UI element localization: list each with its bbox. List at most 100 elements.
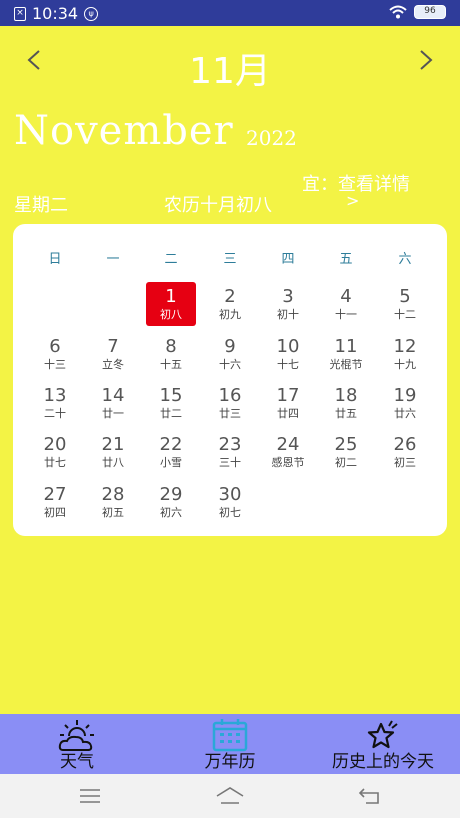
lunar-day-label: 十九: [394, 358, 416, 371]
lunar-day-label: 十二: [394, 308, 416, 321]
day-number: 15: [159, 385, 183, 406]
day-cell[interactable]: 3 初十: [263, 282, 313, 326]
lunar-day-label: 初十: [277, 308, 299, 321]
lunar-day-label: 廿三: [219, 407, 241, 420]
status-bar: × 10:34 ψ 96: [0, 0, 460, 26]
day-number: 17: [276, 385, 300, 406]
day-cell[interactable]: 10 十七: [263, 332, 313, 376]
day-cell[interactable]: 27 初四: [30, 480, 80, 524]
day-number: 18: [334, 385, 358, 406]
lunar-day-label: 十五: [160, 358, 182, 371]
day-number: 16: [218, 385, 242, 406]
day-number: 29: [159, 484, 183, 505]
lunar-day-label: 廿一: [102, 407, 124, 420]
day-number: 22: [159, 434, 183, 455]
day-cell[interactable]: 26 初三: [380, 430, 430, 474]
weekday-label: 星期二: [14, 195, 68, 216]
day-cell[interactable]: 22 小雪: [146, 430, 196, 474]
day-number: 5: [399, 286, 411, 307]
lunar-day-label: 初五: [102, 506, 124, 519]
day-cell[interactable]: 14 廿一: [88, 381, 138, 425]
lunar-day-label: 十六: [219, 358, 241, 371]
day-number: 25: [334, 434, 358, 455]
day-number: 23: [218, 434, 242, 455]
day-number: 12: [393, 336, 417, 357]
day-cell[interactable]: 28 初五: [88, 480, 138, 524]
lunar-day-label: 廿八: [102, 456, 124, 469]
tab-calendar-label: 万年历: [204, 752, 256, 772]
details-arrow-icon[interactable]: >: [346, 191, 359, 210]
day-cell[interactable]: 15 廿二: [146, 381, 196, 425]
day-number: 11: [334, 336, 358, 357]
day-number: 14: [101, 385, 125, 406]
day-cell[interactable]: 17 廿四: [263, 381, 313, 425]
day-cell[interactable]: 11 光棍节: [321, 332, 371, 376]
lunar-day-label: 初九: [219, 308, 241, 321]
day-cell[interactable]: 13 二十: [30, 381, 80, 425]
day-cell[interactable]: 5 十二: [380, 282, 430, 326]
tab-history-label: 历史上的今天: [332, 752, 434, 772]
lunar-day-label: 十一: [335, 308, 357, 321]
day-cell[interactable]: 18 廿五: [321, 381, 371, 425]
weekday-header: 五: [339, 252, 353, 267]
weekday-header: 一: [106, 252, 120, 267]
day-cell[interactable]: 29 初六: [146, 480, 196, 524]
lunar-day-label: 初七: [219, 506, 241, 519]
day-number: 24: [276, 434, 300, 455]
day-cell[interactable]: 23 三十: [205, 430, 255, 474]
weekday-header: 四: [281, 252, 295, 267]
day-number: 10: [276, 336, 300, 357]
day-number: 1: [165, 286, 177, 307]
day-cell[interactable]: 9 十六: [205, 332, 255, 376]
lunar-day-label: 初三: [394, 456, 416, 469]
day-cell[interactable]: 7 立冬: [88, 332, 138, 376]
day-cell[interactable]: 2 初九: [205, 282, 255, 326]
day-number: 4: [340, 286, 352, 307]
lunar-day-label: 廿五: [335, 407, 357, 420]
lunar-day-label: 小雪: [160, 456, 182, 469]
day-cell[interactable]: 25 初二: [321, 430, 371, 474]
day-cell[interactable]: 16 廿三: [205, 381, 255, 425]
day-cell[interactable]: 19 廿六: [380, 381, 430, 425]
tab-weather[interactable]: 天气: [40, 714, 114, 774]
lunar-day-label: 初四: [44, 506, 66, 519]
lunar-day-label: 光棍节: [329, 358, 363, 371]
day-cell[interactable]: 20 廿七: [30, 430, 80, 474]
selected-day-cell[interactable]: 1 初八: [146, 282, 196, 326]
home-icon[interactable]: [215, 786, 245, 806]
lunar-day-label: 廿二: [160, 407, 182, 420]
lunar-day-label: 二十: [44, 407, 66, 420]
day-number: 28: [101, 484, 125, 505]
lunar-day-label: 十七: [277, 358, 299, 371]
day-number: 20: [43, 434, 67, 455]
tab-calendar[interactable]: 万年历: [190, 714, 270, 774]
back-icon[interactable]: [358, 787, 382, 805]
day-cell[interactable]: 21 廿八: [88, 430, 138, 474]
day-cell[interactable]: 30 初七: [205, 480, 255, 524]
lunar-day-label: 三十: [219, 456, 241, 469]
day-cell[interactable]: 12 十九: [380, 332, 430, 376]
weekday-header: 六: [398, 252, 412, 267]
lunar-day-label: 初二: [335, 456, 357, 469]
day-number: 6: [49, 336, 61, 357]
lunar-day-label: 十三: [44, 358, 66, 371]
day-number: 27: [43, 484, 67, 505]
day-cell[interactable]: 24 感恩节: [263, 430, 313, 474]
day-cell[interactable]: 8 十五: [146, 332, 196, 376]
system-nav-bar: [0, 774, 460, 818]
day-cell[interactable]: 6 十三: [30, 332, 80, 376]
day-number: 3: [282, 286, 294, 307]
english-month: November: [14, 108, 234, 154]
next-month-button[interactable]: [416, 48, 436, 72]
notification-icon: ×: [14, 6, 26, 21]
day-number: 9: [224, 336, 236, 357]
battery-icon: 96: [414, 5, 446, 19]
bottom-tab-bar: 天气 万年历 历史上的今天: [0, 714, 460, 774]
lunar-day-label: 廿七: [44, 456, 66, 469]
day-number: 7: [107, 336, 119, 357]
menu-icon[interactable]: [79, 788, 101, 804]
sync-icon: ψ: [84, 6, 99, 21]
tab-history-today[interactable]: 历史上的今天: [320, 714, 446, 774]
day-cell[interactable]: 4 十一: [321, 282, 371, 326]
wifi-icon: [389, 5, 407, 19]
